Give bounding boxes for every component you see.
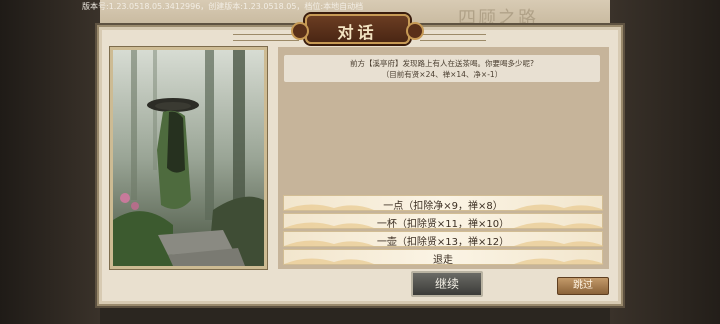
choice-label: 一壶（扣除贤×13，禅×12） <box>376 237 510 248</box>
choice-option-2[interactable]: 一杯（扣除贤×11，禅×10） <box>283 213 604 230</box>
title-scroll-right <box>420 34 486 41</box>
continue-button[interactable]: 继续 <box>411 271 483 297</box>
choice-option-1[interactable]: 一点（扣除净×9，禅×8） <box>283 195 604 212</box>
question-box: 前方【溪亭府】发现路上有人在送茶喝。你要喝多少呢? （目前有贤×24、禅×14、… <box>284 55 600 82</box>
title-scroll-left <box>233 34 299 41</box>
version-info: 版本号:1.23.0518.05.3412996，创建版本:1.23.0518.… <box>82 2 364 11</box>
choice-label: 退走 <box>433 255 453 266</box>
choice-label: 一点（扣除净×9，禅×8） <box>383 201 503 212</box>
choice-label: 一杯（扣除贤×11，禅×10） <box>376 219 510 230</box>
background-left <box>0 0 100 324</box>
forest-scene-illustration <box>113 50 264 266</box>
question-text: 前方【溪亭府】发现路上有人在送茶喝。你要喝多少呢? <box>350 59 534 68</box>
choice-option-leave[interactable]: 退走 <box>283 249 604 266</box>
question-stats: （目前有贤×24、禅×14、净×-1） <box>381 70 503 79</box>
dialog-title: 对话 <box>337 23 378 42</box>
character-portrait <box>110 47 267 269</box>
choice-option-3[interactable]: 一壶（扣除贤×13，禅×12） <box>283 231 604 248</box>
skip-button[interactable]: 跳过 <box>557 277 609 295</box>
background-right <box>610 0 720 324</box>
title-plaque: 对话 <box>291 14 424 44</box>
